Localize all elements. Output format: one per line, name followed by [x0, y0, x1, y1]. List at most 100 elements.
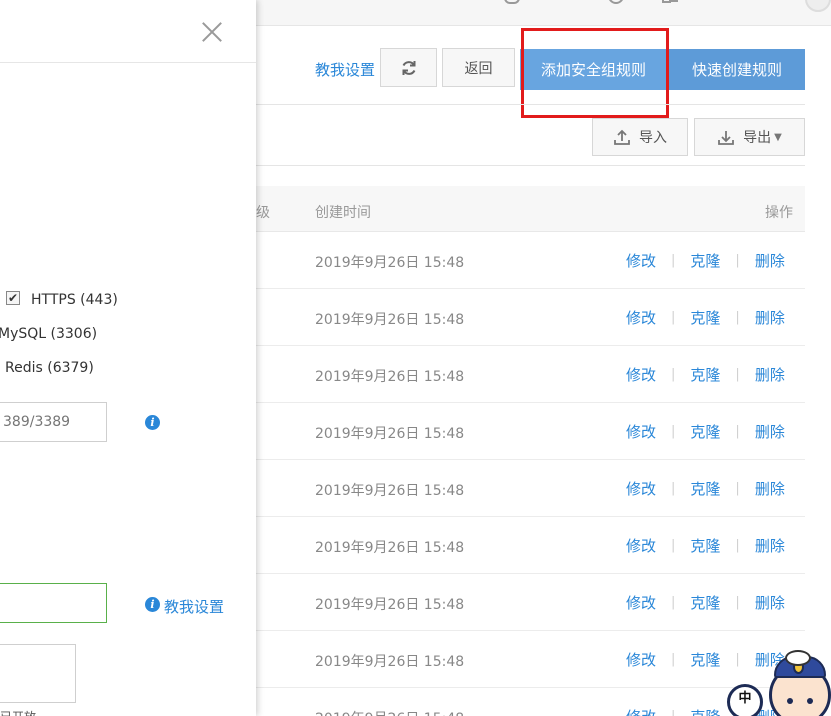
delete-link[interactable]: 删除: [755, 535, 785, 556]
language-badge[interactable]: 中: [727, 684, 763, 716]
delete-link[interactable]: 删除: [755, 592, 785, 613]
delete-link[interactable]: 删除: [755, 250, 785, 271]
back-button[interactable]: 返回: [442, 48, 515, 87]
port-range-input[interactable]: [0, 402, 107, 442]
action-separator: |: [735, 424, 740, 439]
row-actions: 修改 | 克隆 | 删除: [626, 535, 785, 556]
edit-link[interactable]: 修改: [626, 364, 656, 385]
action-separator: |: [735, 253, 740, 268]
table-row: 2019年9月26日 15:48修改|克隆|删除: [256, 574, 805, 631]
row-actions: 修改 | 克隆 | 删除: [626, 364, 785, 385]
menu-icon[interactable]: [447, 0, 463, 6]
column-actions: 操作: [765, 205, 793, 221]
created-time-cell: 2019年9月26日 15:48: [315, 312, 465, 328]
clone-link[interactable]: 克隆: [690, 592, 720, 613]
export-dropdown-button[interactable]: 导出 ▼: [694, 118, 805, 156]
info-icon[interactable]: i: [145, 415, 160, 430]
action-separator: |: [671, 652, 676, 667]
delete-link[interactable]: 删除: [755, 364, 785, 385]
notification-icon[interactable]: [502, 0, 520, 6]
delete-link[interactable]: 删除: [755, 307, 785, 328]
created-time-cell: 2019年9月26日 15:48: [315, 255, 465, 271]
clone-link[interactable]: 克隆: [690, 706, 720, 716]
import-label: 导入: [639, 130, 667, 146]
created-time-cell: 2019年9月26日 15:48: [315, 597, 465, 613]
table-row: 2019年9月26日 15:48 修改 | 克隆 | 删除: [256, 517, 805, 574]
edit-link[interactable]: 修改: [626, 250, 656, 271]
created-time-cell: 2019年9月26日 15:48: [315, 483, 465, 499]
clone-link[interactable]: 克隆: [690, 478, 720, 499]
divider: [256, 104, 805, 105]
mascot-eye: [787, 698, 793, 704]
table-row: 2019年9月26日 15:48修改|克隆|删除: [256, 631, 805, 688]
action-separator: |: [671, 367, 676, 382]
row-actions: 修改 | 克隆 | 删除: [626, 307, 785, 328]
edit-link[interactable]: 修改: [626, 307, 656, 328]
clone-link[interactable]: 克隆: [690, 649, 720, 670]
redis-option-label: Redis (6379): [5, 360, 94, 376]
action-separator: |: [735, 538, 740, 553]
row-actions: 修改 | 克隆 | 删除: [626, 250, 785, 271]
mysql-option-label: MySQL (3306): [0, 326, 98, 342]
edit-link[interactable]: 修改: [626, 478, 656, 499]
teach-me-link[interactable]: 教我设置: [164, 596, 224, 617]
export-label: 导出: [743, 130, 772, 146]
apps-icon[interactable]: [556, 0, 572, 6]
clone-link[interactable]: 克隆: [690, 250, 720, 271]
clone-link[interactable]: 克隆: [690, 535, 720, 556]
table-body: 2019年9月26日 15:48 修改 | 克隆 | 删除 2019年9月26日 15:48…: [256, 232, 805, 716]
clone-link[interactable]: 克隆: [690, 364, 720, 385]
table-row: 2019年9月26日 15:48修改|克隆|删除: [256, 688, 805, 716]
edit-link[interactable]: 修改: [626, 649, 656, 670]
https-option-label: HTTPS (443): [31, 292, 118, 308]
main-toolbar: 教我设置 返回 添加安全组规则 快速创建规则: [256, 47, 831, 91]
add-security-group-rule-button[interactable]: 添加安全组规则: [520, 49, 667, 90]
row-actions: 修改 | 克隆 | 删除: [626, 478, 785, 499]
edit-link[interactable]: 修改: [626, 535, 656, 556]
edit-link[interactable]: 修改: [626, 592, 656, 613]
security-rules-table: 级 创建时间 操作 2019年9月26日 15:48 修改 | 克隆 | 删除 2019年9…: [256, 186, 805, 716]
https-checkbox[interactable]: ✔: [6, 291, 20, 305]
avatar[interactable]: [805, 0, 831, 12]
quick-create-rule-button[interactable]: 快速创建规则: [669, 49, 805, 90]
import-button[interactable]: 导入: [592, 118, 688, 156]
description-textarea[interactable]: [0, 644, 76, 703]
table-row: 2019年9月26日 15:48修改|克隆|删除: [256, 403, 805, 460]
created-time-cell: 2019年9月26日 15:48: [315, 654, 465, 670]
action-separator: |: [671, 709, 675, 716]
created-time-cell: 2019年9月26日 15:48: [315, 369, 465, 385]
assistant-mascot[interactable]: 中: [727, 646, 831, 716]
row-actions: 修改 | 克隆 | 删除: [626, 421, 785, 442]
edit-link[interactable]: 修改: [626, 706, 656, 716]
teach-me-link[interactable]: 教我设置: [315, 59, 375, 80]
edit-link[interactable]: 修改: [626, 421, 656, 442]
action-separator: |: [671, 310, 676, 325]
action-separator: |: [671, 253, 676, 268]
refresh-icon: [402, 60, 415, 75]
refresh-button[interactable]: [380, 48, 437, 87]
action-separator: |: [735, 310, 740, 325]
side-drawer: ✔ HTTPS (443) MySQL (3306) Redis (6379) …: [0, 0, 256, 716]
grid-icon[interactable]: [661, 0, 677, 6]
validated-input-field[interactable]: [0, 583, 107, 623]
column-priority: 级: [256, 205, 270, 221]
table-row: 2019年9月26日 15:48 修改 | 克隆 | 删除: [256, 346, 805, 403]
action-separator: |: [671, 538, 676, 553]
mascot-bubble: [785, 650, 811, 666]
clone-link[interactable]: 克隆: [690, 307, 720, 328]
action-separator: |: [671, 481, 676, 496]
close-icon[interactable]: [201, 21, 223, 43]
created-time-cell: 2019年9月26日 15:48: [315, 426, 465, 442]
column-created-time: 创建时间: [315, 205, 371, 221]
clone-link[interactable]: 克隆: [690, 421, 720, 442]
delete-link[interactable]: 删除: [755, 478, 785, 499]
created-time-cell: 2019年9月26日 15:48: [315, 540, 465, 556]
delete-link[interactable]: 删除: [755, 421, 785, 442]
action-separator: |: [735, 595, 740, 610]
cut-off-text: 已开放: [0, 708, 36, 716]
action-separator: |: [735, 481, 740, 496]
help-icon[interactable]: [607, 0, 624, 6]
action-separator: |: [735, 367, 740, 382]
table-header: 级 创建时间 操作: [256, 186, 805, 232]
row-actions: 修改 | 克隆 | 删除: [626, 592, 785, 613]
